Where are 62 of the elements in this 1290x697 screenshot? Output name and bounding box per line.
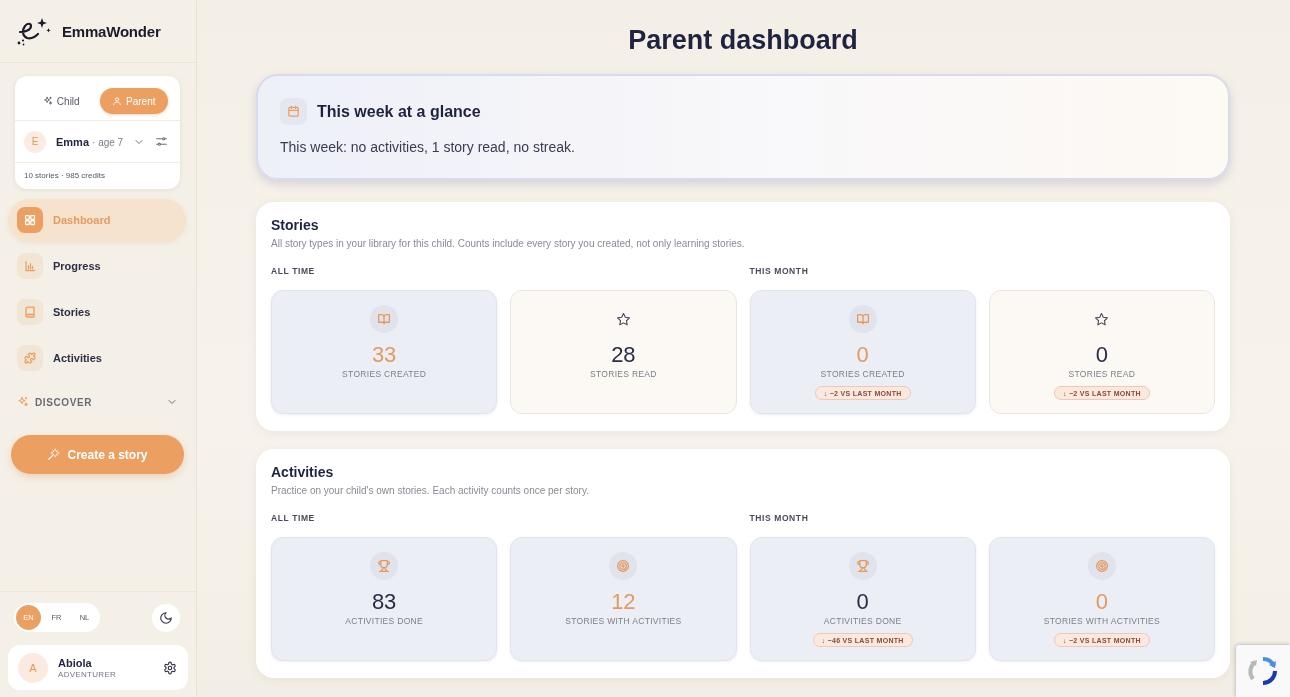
nav-item[interactable]: Activities: [8, 337, 186, 379]
section-description: All story types in your library for this child. Counts include every story you created, not only learning stories.: [271, 237, 746, 251]
target-icon: [1087, 552, 1116, 580]
trophy-icon: [370, 552, 399, 580]
book-icon: [17, 299, 43, 325]
stat-label: STORIES CREATED: [820, 368, 905, 380]
stat-value: 0: [856, 342, 869, 368]
wand-icon: [47, 448, 61, 461]
stat-value: 12: [611, 589, 636, 615]
person-icon: [112, 96, 122, 106]
stat-value: 0: [1095, 342, 1108, 368]
section-title: Activities: [271, 463, 335, 481]
target-icon: [609, 552, 638, 580]
page-title: Parent dashboard: [627, 24, 859, 57]
child-avatar: E: [24, 130, 46, 153]
child-summary: 10 stories · 985 credits: [23, 170, 106, 182]
circular-arrows-icon: [1247, 655, 1279, 687]
card-title: This week at a glance: [317, 102, 481, 121]
child-name: Emma: [56, 135, 90, 148]
section-title: Stories: [271, 216, 320, 234]
period-label: ALL TIME: [271, 265, 316, 277]
moon-icon: [159, 610, 173, 625]
user-role: ADVENTURER: [58, 669, 118, 679]
stat-label: ACTIVITIES DONE: [345, 615, 423, 627]
stat-value: 0: [856, 589, 869, 615]
stat-label: ACTIVITIES DONE: [823, 615, 902, 627]
settings-icon[interactable]: [163, 660, 177, 675]
stat-value: 28: [611, 342, 636, 368]
star-icon: [615, 311, 631, 327]
period-label: THIS MONTH: [749, 512, 810, 524]
user-name: Abiola: [58, 656, 93, 669]
stat-label: STORIES READ: [1068, 368, 1136, 380]
child-age: · age 7: [92, 136, 124, 148]
stat-label: STORIES CREATED: [342, 368, 427, 380]
period-label: THIS MONTH: [749, 265, 810, 277]
brand-name: EmmaWonder: [62, 22, 161, 40]
star-icon: [1094, 311, 1110, 327]
nav-item[interactable]: Progress: [8, 245, 186, 287]
stat-value: 83: [371, 589, 397, 615]
summary-text: This week: no activities, 1 story read, no streak.: [280, 138, 576, 156]
discover-toggle[interactable]: DISCOVER: [0, 389, 196, 415]
bar-chart-icon: [17, 253, 43, 279]
grid-icon: [17, 207, 43, 233]
sliders-icon[interactable]: [155, 135, 169, 148]
open-book-icon: [848, 305, 877, 333]
period-label: ALL TIME: [271, 512, 316, 524]
theme-toggle-button[interactable]: [152, 603, 180, 632]
open-book-icon: [370, 305, 399, 333]
sparkles-icon: [17, 396, 29, 408]
puzzle-icon: [17, 345, 43, 371]
sparkles-icon: [42, 96, 53, 106]
stat-value: 0: [1095, 589, 1108, 615]
stat-label: STORIES WITH ACTIVITIES: [1043, 615, 1161, 627]
section-description: Practice on your child's own stories. Each activity counts once per story.: [271, 484, 590, 498]
nav-item[interactable]: Stories: [8, 291, 186, 333]
user-avatar: A: [18, 652, 48, 683]
stat-label: STORIES WITH ACTIVITIES: [565, 615, 682, 627]
mode-tab[interactable]: Child: [27, 88, 96, 114]
stat-label: STORIES READ: [590, 368, 657, 380]
stat-value: 33: [371, 342, 397, 368]
trophy-icon: [848, 552, 877, 580]
calendar-icon: [280, 98, 307, 125]
